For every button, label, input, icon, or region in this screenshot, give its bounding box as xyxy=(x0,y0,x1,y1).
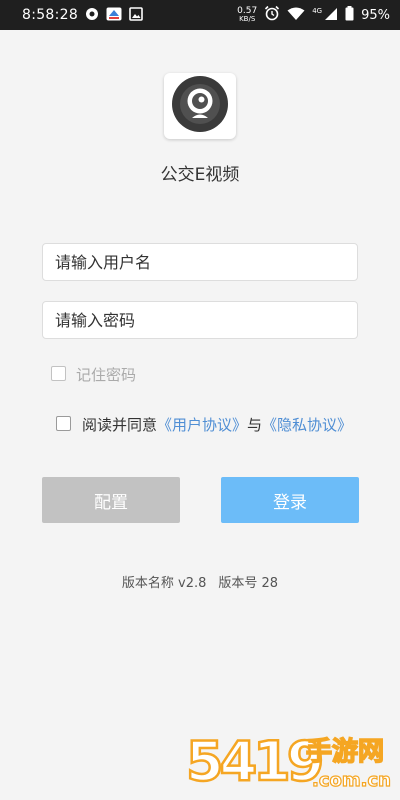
record-icon xyxy=(85,6,99,25)
watermark-digits: 5419 xyxy=(186,730,322,793)
version-code: 版本号 28 xyxy=(218,576,279,591)
network-speed: 0.57 KB/S xyxy=(237,6,258,24)
login-button[interactable]: 登录 xyxy=(221,477,359,523)
wifi-icon xyxy=(287,6,305,25)
remember-password-checkbox[interactable] xyxy=(51,366,66,381)
watermark-site-name: 手游网 xyxy=(306,737,384,767)
app-name: 公交E视频 xyxy=(160,165,240,185)
image-notification-icon xyxy=(129,6,143,25)
app-logo xyxy=(164,73,236,139)
network-type: 4G xyxy=(312,7,323,15)
config-button[interactable]: 配置 xyxy=(42,477,180,523)
site-watermark: 5419 手游网 .com.cn xyxy=(185,729,392,795)
version-name: 版本名称 v2.8 xyxy=(121,576,207,591)
agree-terms-checkbox[interactable] xyxy=(56,416,71,431)
agreement-text: 阅读并同意《用户协议》与《隐私协议》 xyxy=(82,414,352,435)
status-bar: 8:58:28 0.57 KB/S 4G 95% xyxy=(0,0,400,30)
privacy-policy-link[interactable]: 《隐私协议》 xyxy=(262,416,352,434)
username-input[interactable] xyxy=(42,243,358,281)
battery-level: 95% xyxy=(361,7,390,23)
battery-icon xyxy=(345,5,354,25)
version-info: 版本名称 v2.8 版本号 28 xyxy=(0,572,400,591)
camera-icon xyxy=(170,74,230,138)
app-notification-icon xyxy=(106,6,122,25)
status-bar-left: 8:58:28 xyxy=(22,6,143,25)
status-bar-right: 0.57 KB/S 4G 95% xyxy=(237,5,390,25)
signal-icon xyxy=(324,6,338,25)
watermark-domain: .com.cn xyxy=(312,770,391,791)
agreement-and: 与 xyxy=(247,416,263,434)
status-time: 8:58:28 xyxy=(22,7,79,23)
alarm-icon xyxy=(264,5,280,25)
password-input[interactable] xyxy=(42,301,358,339)
remember-password-label: 记住密码 xyxy=(76,366,137,384)
user-agreement-link[interactable]: 《用户协议》 xyxy=(157,416,247,434)
agreement-prefix: 阅读并同意 xyxy=(82,416,158,434)
